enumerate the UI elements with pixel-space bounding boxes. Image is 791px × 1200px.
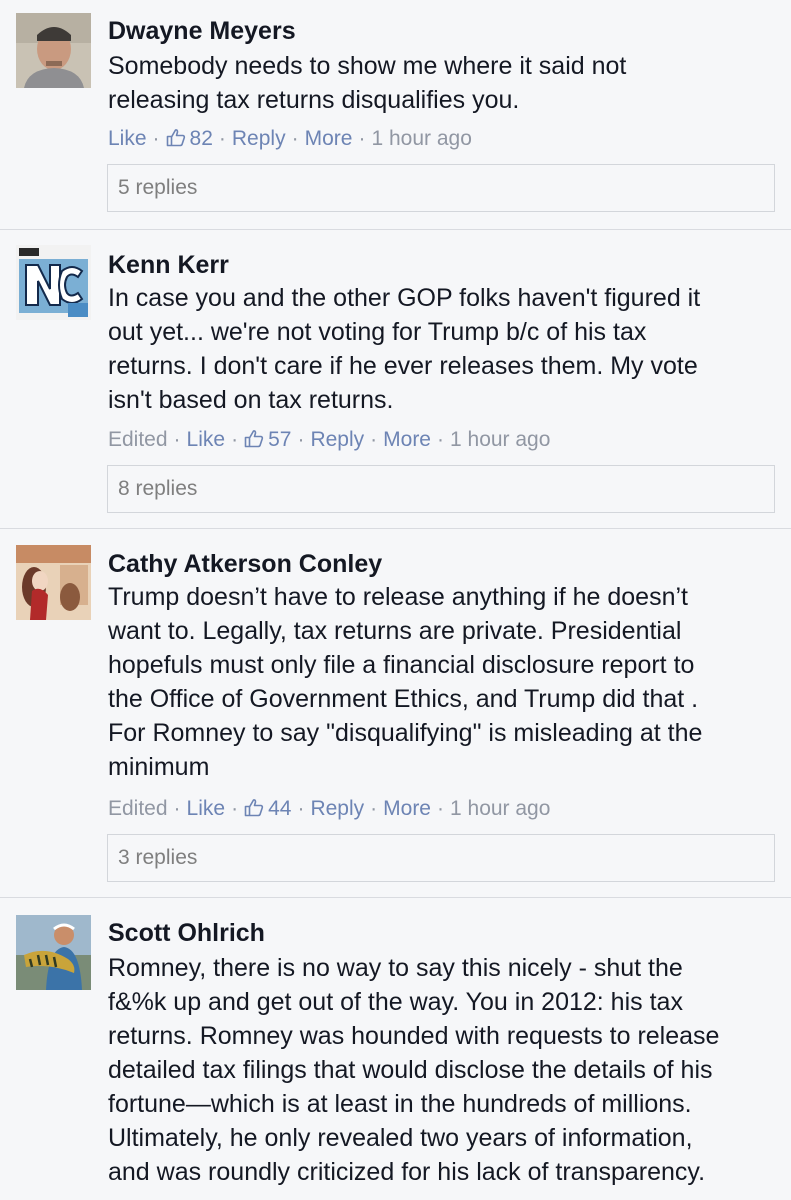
timestamp: 1 hour ago: [450, 428, 551, 451]
comment-text: Romney, there is no way to say this nice…: [108, 951, 771, 1189]
like-link[interactable]: Like: [108, 127, 147, 150]
thumbs-up-icon: [166, 129, 185, 147]
more-link[interactable]: More: [383, 428, 431, 451]
avatar-photo-icon: [16, 545, 91, 620]
comment-text-line: Somebody needs to show me where it said …: [108, 52, 627, 80]
comment-text: Somebody needs to show me where it said …: [108, 49, 771, 117]
timestamp: 1 hour ago: [371, 127, 472, 150]
comment-author[interactable]: Cathy Atkerson Conley: [108, 549, 382, 579]
comment-text-line: and was roundly criticized for his lack …: [108, 1158, 706, 1186]
comment-text-line: Romney, there is no way to say this nice…: [108, 954, 683, 982]
comment-text-line: releasing tax returns disqualifies you.: [108, 86, 520, 114]
like-count-value: 82: [189, 127, 213, 150]
comment-text-line: detailed tax filings that would disclose…: [108, 1056, 713, 1084]
avatar[interactable]: [16, 915, 91, 990]
avatar[interactable]: [16, 545, 91, 620]
comment-text-line: f&%k up and get out of the way. You in 2…: [108, 988, 683, 1016]
reply-link[interactable]: Reply: [310, 428, 364, 451]
timestamp: 1 hour ago: [450, 797, 551, 820]
avatar-photo-icon: [16, 915, 91, 990]
like-link[interactable]: Like: [187, 428, 226, 451]
thumbs-up-icon: [244, 799, 264, 817]
comment-text-line: For Romney to say "disqualifying" is mis…: [108, 719, 703, 747]
like-link[interactable]: Like: [187, 797, 226, 820]
replies-button[interactable]: 8 replies: [107, 465, 775, 513]
more-link[interactable]: More: [383, 797, 431, 820]
comment: Cathy Atkerson Conley Trump doesn’t have…: [0, 528, 791, 897]
comment-text-line: want to. Legally, tax returns are privat…: [108, 617, 682, 645]
comment-text-line: minimum: [108, 753, 210, 781]
comment: Dwayne Meyers Somebody needs to show me …: [0, 0, 791, 229]
comment-text-line: Ultimately, he only revealed two years o…: [108, 1124, 693, 1152]
comment-actions: Edited · Like · 57 · Reply · More · 1 hour ago: [108, 428, 551, 451]
comment: Kenn Kerr In case you and the other GOP …: [0, 229, 791, 528]
like-count[interactable]: 57: [244, 428, 291, 451]
thumbs-up-icon: [244, 430, 264, 448]
edited-label: Edited: [108, 797, 168, 820]
comment-actions: Like · 82 · Reply · More · 1 hour ago: [108, 127, 472, 150]
comment-text: In case you and the other GOP folks have…: [108, 281, 771, 417]
comment-text-line: the Office of Government Ethics, and Tru…: [108, 685, 699, 713]
comment-text-line: out yet... we're not voting for Trump b/…: [108, 318, 647, 346]
comment-text-line: returns. I don't care if he ever release…: [108, 352, 698, 380]
edited-label: Edited: [108, 428, 168, 451]
comment-author[interactable]: Scott Ohlrich: [108, 918, 265, 948]
more-link[interactable]: More: [305, 127, 353, 150]
avatar-photo-icon: [16, 13, 91, 88]
like-count[interactable]: 82: [166, 127, 213, 150]
comment-text-line: fortune—which is at least in the hundred…: [108, 1090, 692, 1118]
replies-button[interactable]: 3 replies: [107, 834, 775, 882]
avatar[interactable]: [16, 245, 91, 320]
comment-text-line: Trump doesn’t have to release anything i…: [108, 583, 688, 611]
reply-link[interactable]: Reply: [232, 127, 286, 150]
reply-link[interactable]: Reply: [310, 797, 364, 820]
comment: Scott Ohlrich Romney, there is no way to…: [0, 897, 791, 1200]
comment-text-line: In case you and the other GOP folks have…: [108, 284, 701, 312]
comment-author[interactable]: Kenn Kerr: [108, 250, 229, 280]
like-count-value: 44: [268, 797, 292, 820]
comment-actions: Edited · Like · 44 · Reply · More · 1 hour ago: [108, 797, 551, 820]
comment-author[interactable]: Dwayne Meyers: [108, 16, 296, 46]
unc-logo-icon: [16, 245, 91, 320]
avatar[interactable]: [16, 13, 91, 88]
replies-button[interactable]: 5 replies: [107, 164, 775, 212]
comment-text-line: isn't based on tax returns.: [108, 386, 394, 414]
comment-text-line: hopefuls must only file a financial disc…: [108, 651, 695, 679]
comment-text-line: returns. Romney was hounded with request…: [108, 1022, 720, 1050]
like-count[interactable]: 44: [244, 797, 291, 820]
comment-text: Trump doesn’t have to release anything i…: [108, 580, 771, 784]
like-count-value: 57: [268, 428, 292, 451]
